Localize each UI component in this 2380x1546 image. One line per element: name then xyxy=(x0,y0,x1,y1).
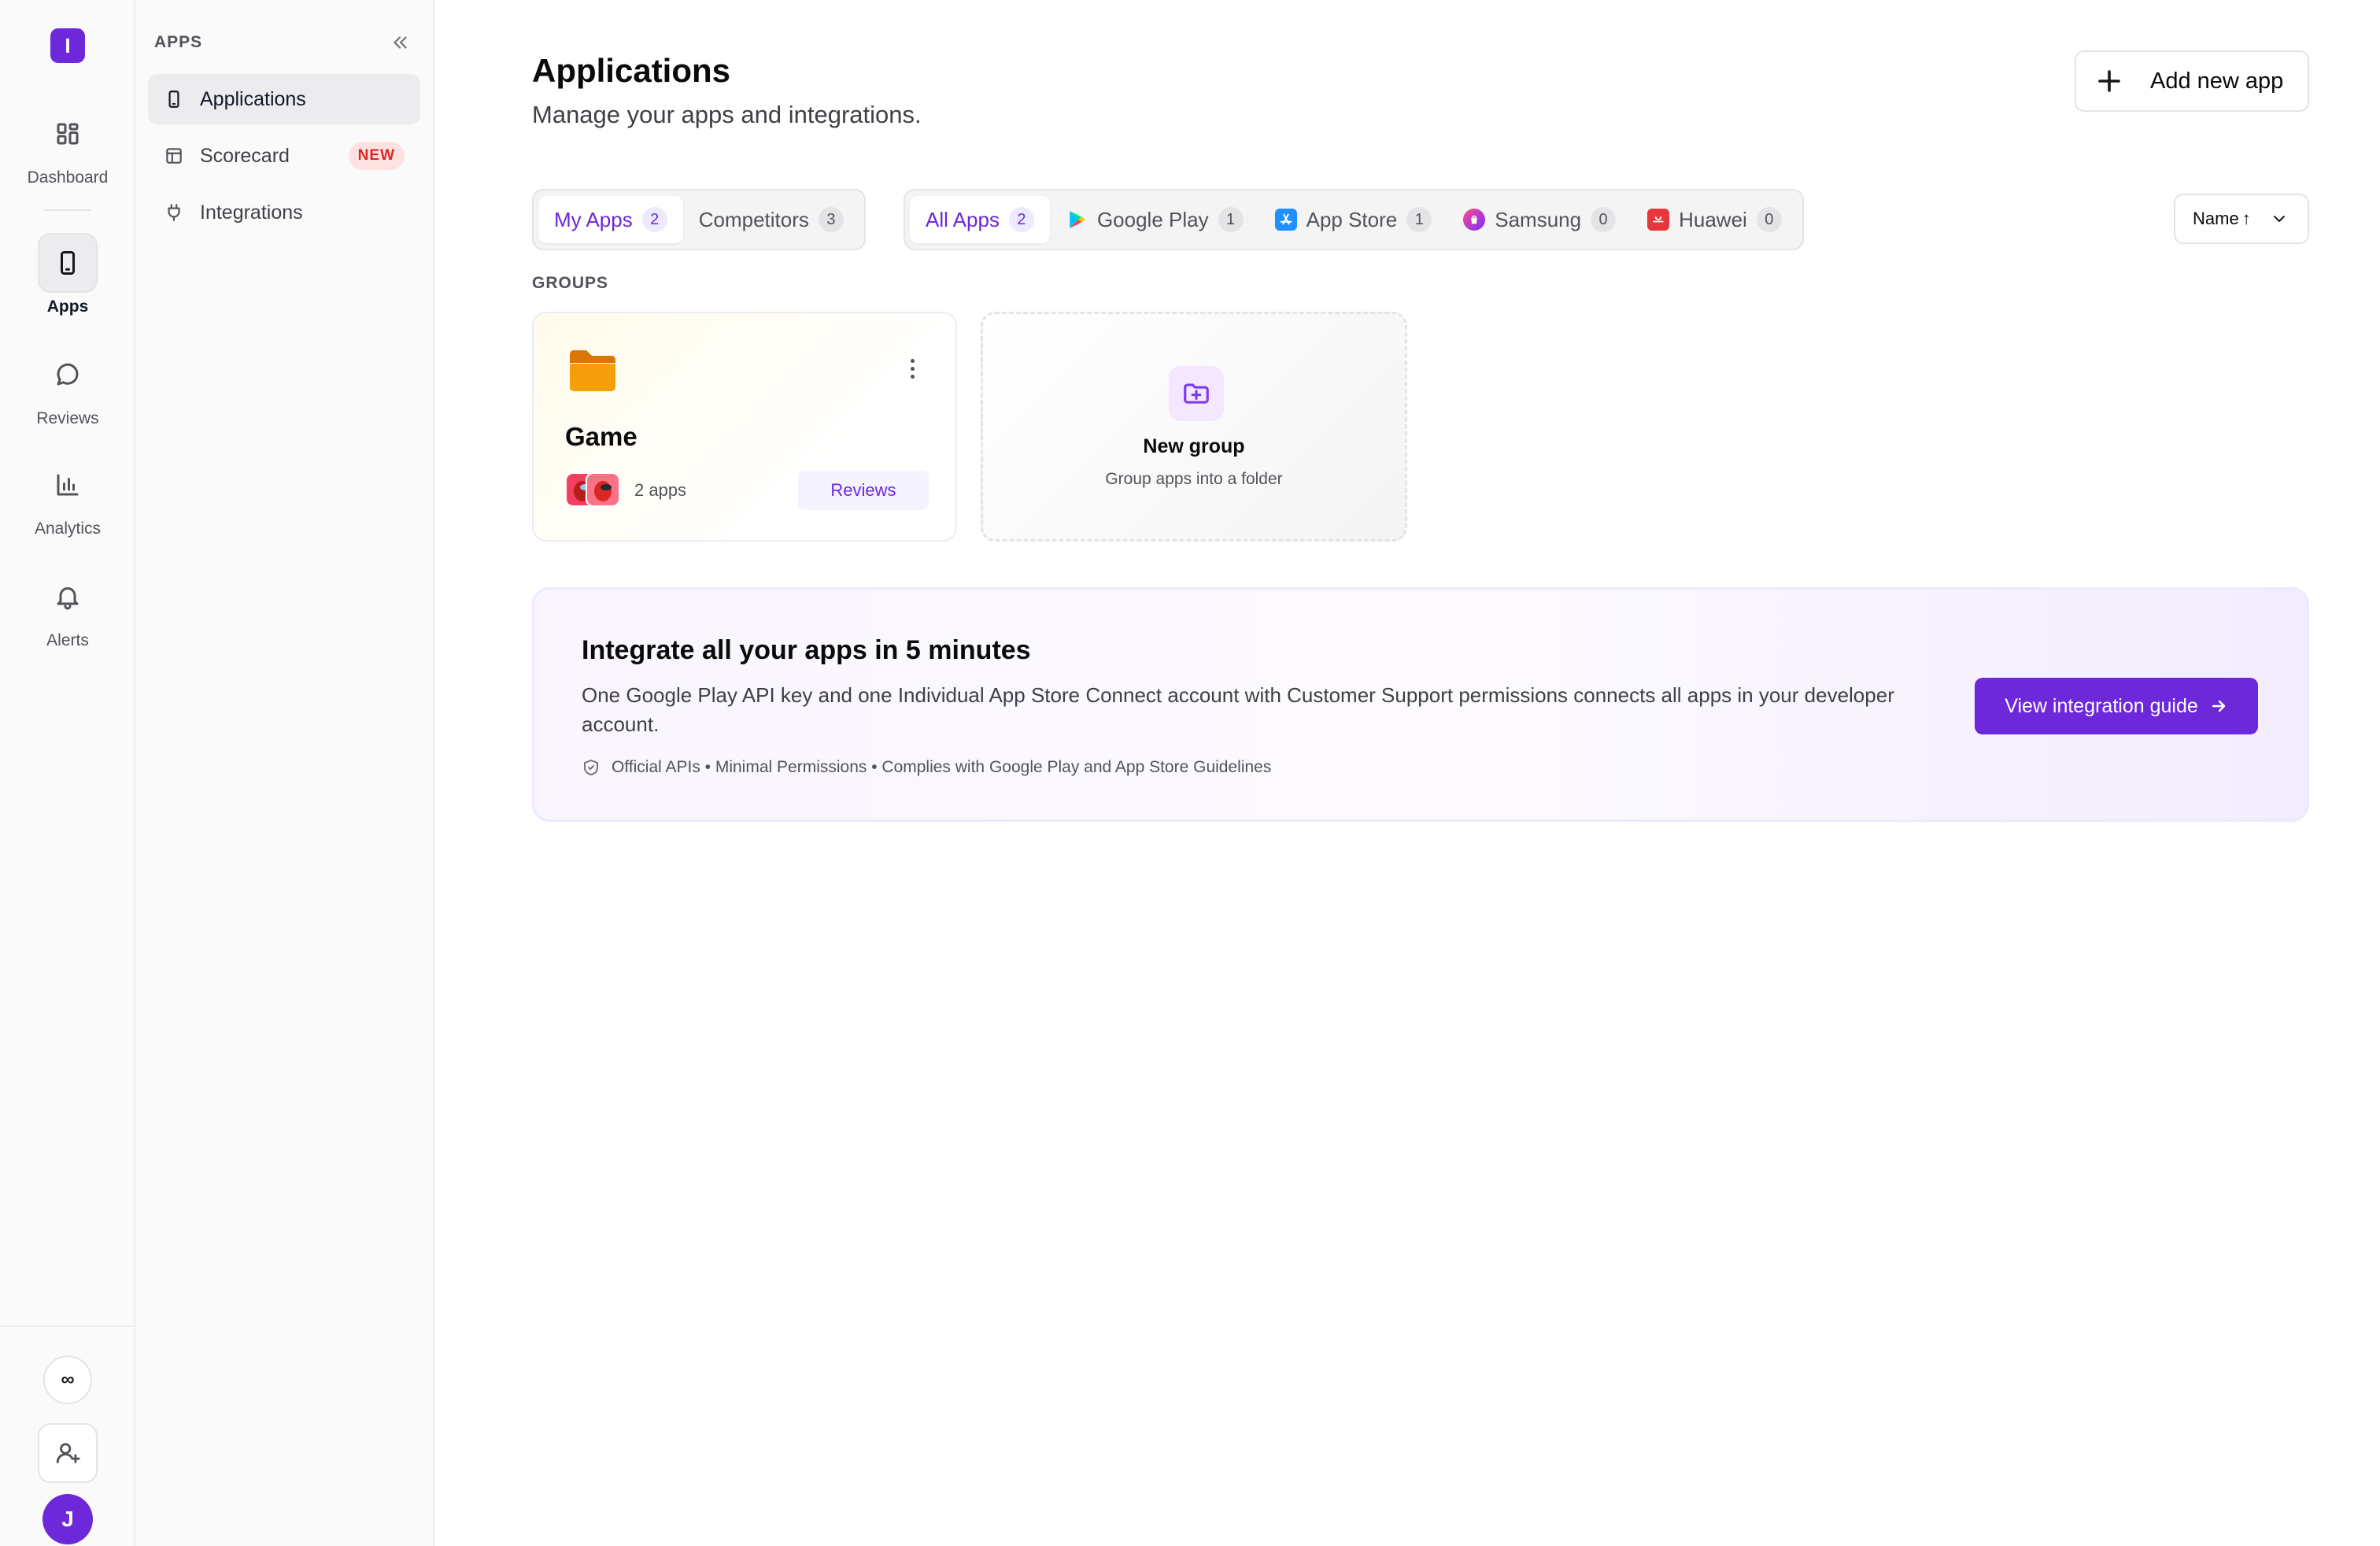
more-options-icon[interactable] xyxy=(900,354,924,383)
new-group-subtitle: Group apps into a folder xyxy=(1105,470,1283,488)
tab-count: 1 xyxy=(1218,207,1244,232)
tab-count: 2 xyxy=(641,207,667,232)
phone-icon xyxy=(168,91,179,108)
collapse-sidebar-button[interactable] xyxy=(386,28,414,57)
nav-rail: I Dashboard Apps Reviews Analytics Alert… xyxy=(0,0,135,1546)
folder-plus-icon xyxy=(1169,366,1224,421)
tab-count: 1 xyxy=(1406,207,1432,232)
infinity-icon[interactable]: ∞ xyxy=(43,1356,92,1404)
sidebar-item-applications[interactable]: Applications xyxy=(148,74,420,124)
store-tabs: All Apps 2 Google Play 1 App Store 1 Sam… xyxy=(904,189,1804,250)
page-subtitle: Manage your apps and integrations. xyxy=(532,101,922,128)
rail-item-reviews[interactable]: Reviews xyxy=(0,345,135,428)
sidebar-heading: APPS xyxy=(154,33,203,51)
tab-label: Samsung xyxy=(1495,207,1582,231)
workspace-logo[interactable]: I xyxy=(50,28,85,63)
page-title: Applications xyxy=(532,52,731,89)
banner-footnote: Official APIs • Minimal Permissions • Co… xyxy=(582,758,1271,777)
ownership-tabs: My Apps 2 Competitors 3 xyxy=(532,189,866,250)
arrow-right-icon xyxy=(2212,700,2225,712)
samsung-galaxy-store-icon xyxy=(1463,209,1486,231)
bell-icon xyxy=(38,567,98,627)
tab-label: Competitors xyxy=(698,207,809,231)
chevrons-left-icon xyxy=(394,36,407,49)
group-apps-count: 2 apps xyxy=(634,480,687,500)
huawei-appgallery-icon xyxy=(1647,209,1670,231)
rail-item-apps[interactable]: Apps xyxy=(0,233,135,316)
new-badge: NEW xyxy=(348,142,405,170)
new-group-title: New group xyxy=(1143,435,1245,457)
add-new-app-label: Add new app xyxy=(2150,68,2284,94)
tab-label: My Apps xyxy=(554,207,633,231)
group-reviews-button[interactable]: Reviews xyxy=(798,471,929,510)
plus-icon xyxy=(2098,70,2120,92)
tab-google-play[interactable]: Google Play 1 xyxy=(1050,196,1259,243)
tab-label: All Apps xyxy=(926,207,1000,231)
group-card-game[interactable]: Game 2 apps Reviews xyxy=(532,312,957,542)
rail-item-dashboard[interactable]: Dashboard xyxy=(0,104,135,187)
sidebar-item-scorecard[interactable]: Scorecard NEW xyxy=(148,131,420,181)
folder-icon xyxy=(570,350,615,391)
tab-competitors[interactable]: Competitors 3 xyxy=(683,196,859,243)
google-play-icon xyxy=(1066,209,1088,231)
tab-app-store[interactable]: App Store 1 xyxy=(1259,196,1448,243)
invite-user-button[interactable] xyxy=(38,1423,98,1483)
tab-count: 3 xyxy=(818,207,844,232)
rail-label-analytics: Analytics xyxy=(34,520,102,538)
rail-divider xyxy=(44,209,91,211)
tab-label: App Store xyxy=(1306,207,1398,231)
sidebar-item-label: Scorecard xyxy=(200,144,290,167)
shield-check-icon xyxy=(584,760,598,775)
add-new-app-button[interactable]: Add new app xyxy=(2075,50,2309,112)
banner-button-label: View integration guide xyxy=(2005,694,2198,717)
plug-icon xyxy=(168,204,180,221)
banner-footnote-text: Official APIs • Minimal Permissions • Co… xyxy=(612,758,1272,776)
phone-icon xyxy=(38,233,98,293)
table-icon xyxy=(166,148,182,164)
apps-sidebar: APPS Applications Scorecard NEW Integrat… xyxy=(135,0,434,1546)
dashboard-icon xyxy=(38,104,98,164)
bar-chart-icon xyxy=(38,455,98,515)
rail-label-alerts: Alerts xyxy=(46,631,89,649)
user-plus-icon xyxy=(56,1443,80,1463)
rail-bottom-divider xyxy=(0,1326,135,1327)
new-group-card[interactable]: New group Group apps into a folder xyxy=(981,312,1407,542)
user-avatar[interactable]: J xyxy=(42,1494,93,1544)
sort-label: Name xyxy=(2193,209,2239,228)
tab-label: Google Play xyxy=(1096,207,1209,231)
rail-item-alerts[interactable]: Alerts xyxy=(0,567,135,650)
app-avatar-stack xyxy=(565,472,622,507)
rail-label-dashboard: Dashboard xyxy=(27,168,109,187)
tab-all-apps[interactable]: All Apps 2 xyxy=(910,196,1050,243)
rail-label-reviews: Reviews xyxy=(36,409,99,427)
app-avatar xyxy=(586,472,620,507)
banner-description: One Google Play API key and one Individu… xyxy=(582,683,1894,736)
tab-count: 0 xyxy=(1756,207,1782,232)
sort-direction-icon: ↑ xyxy=(2241,209,2251,228)
integration-banner: Integrate all your apps in 5 minutes One… xyxy=(532,587,2309,822)
chevron-down-icon xyxy=(2273,216,2285,222)
tab-label: Huawei xyxy=(1679,207,1747,231)
tab-huawei[interactable]: Huawei 0 xyxy=(1632,196,1798,243)
rail-item-analytics[interactable]: Analytics xyxy=(0,455,135,538)
banner-title: Integrate all your apps in 5 minutes xyxy=(582,635,1031,665)
rail-label-apps: Apps xyxy=(46,298,89,316)
app-store-icon xyxy=(1274,209,1297,231)
sidebar-item-integrations[interactable]: Integrations xyxy=(148,187,420,238)
tab-samsung[interactable]: Samsung 0 xyxy=(1447,196,1632,243)
groups-heading: GROUPS xyxy=(532,274,609,292)
tab-my-apps[interactable]: My Apps 2 xyxy=(538,196,683,243)
sidebar-item-label: Integrations xyxy=(200,201,303,224)
tab-count: 2 xyxy=(1008,207,1034,232)
tab-count: 0 xyxy=(1591,207,1617,232)
view-integration-guide-button[interactable]: View integration guide xyxy=(1975,678,2258,734)
sort-dropdown[interactable]: Name ↑ xyxy=(2174,194,2309,244)
group-title: Game xyxy=(565,422,638,451)
chat-bubble-icon xyxy=(38,345,98,405)
sidebar-item-label: Applications xyxy=(200,87,306,110)
